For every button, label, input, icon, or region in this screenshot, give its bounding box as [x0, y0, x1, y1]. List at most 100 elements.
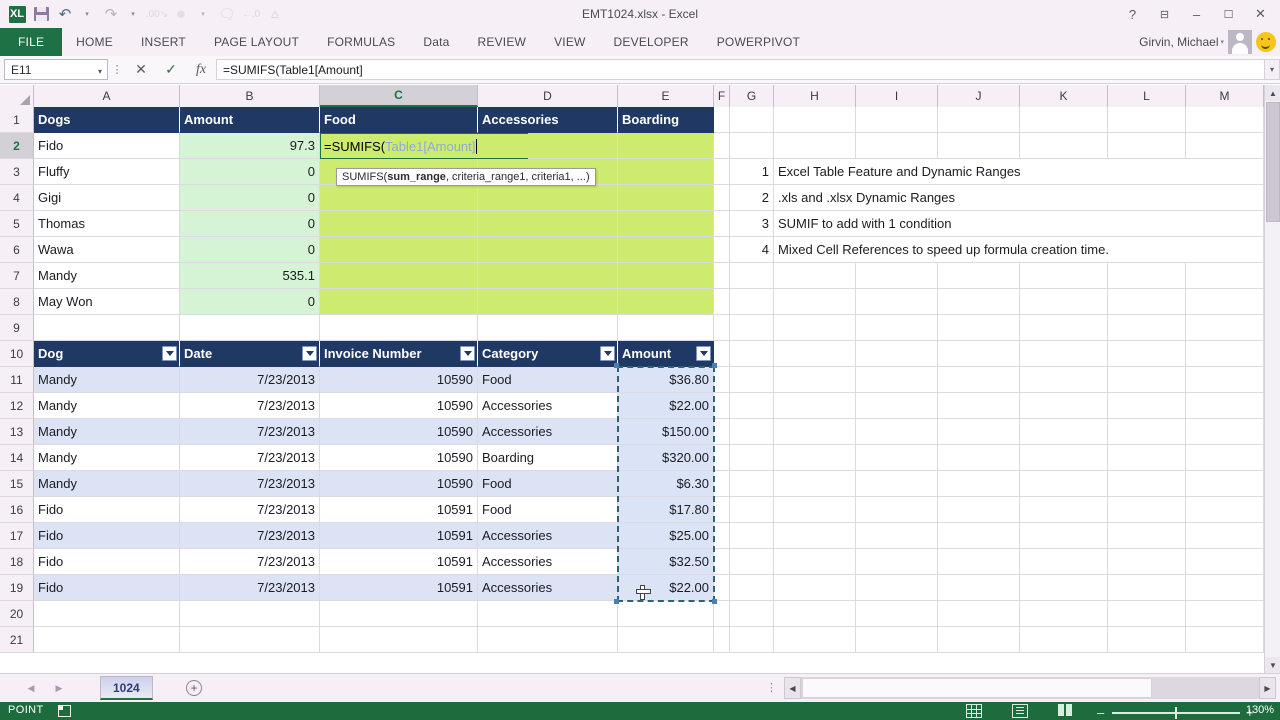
blank-cell[interactable]: [714, 211, 730, 237]
blank-cell[interactable]: [856, 107, 938, 133]
blank-cell[interactable]: [1108, 445, 1186, 471]
tab-developer[interactable]: DEVELOPER: [600, 28, 703, 56]
summary-cell-boarding[interactable]: [618, 211, 714, 237]
row-header-1[interactable]: 1: [0, 107, 34, 133]
blank-cell[interactable]: [1020, 133, 1108, 159]
table-cell-dog[interactable]: Fido: [34, 497, 180, 523]
blank-cell[interactable]: [1186, 341, 1264, 367]
blank-cell[interactable]: [1194, 159, 1264, 185]
row-header-13[interactable]: 13: [0, 419, 34, 445]
blank-cell[interactable]: [856, 419, 938, 445]
page-break-preview-icon[interactable]: [1058, 704, 1074, 718]
table-cell-amount[interactable]: $36.80: [618, 367, 714, 393]
table-cell-category[interactable]: Food: [478, 497, 618, 523]
blank-cell[interactable]: [856, 133, 938, 159]
blank-cell[interactable]: [1186, 601, 1264, 627]
summary-cell-boarding[interactable]: [618, 237, 714, 263]
blank-cell[interactable]: [938, 107, 1020, 133]
table-cell-amount[interactable]: $6.30: [618, 471, 714, 497]
blank-cell[interactable]: [938, 133, 1020, 159]
sheet-tab-1024[interactable]: 1024: [100, 676, 153, 700]
column-header-g[interactable]: G: [730, 85, 774, 107]
row-header-10[interactable]: 10: [0, 341, 34, 367]
blank-cell[interactable]: [938, 523, 1020, 549]
table-cell-invoice[interactable]: 10590: [320, 445, 478, 471]
blank-cell[interactable]: [730, 367, 774, 393]
blank-cell[interactable]: [714, 159, 730, 185]
horizontal-scroll-thumb[interactable]: [802, 678, 1152, 698]
filter-dropdown-date-icon[interactable]: [302, 346, 317, 361]
filter-dropdown-amount-icon[interactable]: [696, 346, 711, 361]
blank-cell[interactable]: [1108, 549, 1186, 575]
tab-data[interactable]: Data: [409, 28, 463, 56]
summary-cell-food[interactable]: [320, 263, 478, 289]
blank-cell[interactable]: [1020, 471, 1108, 497]
blank-cell[interactable]: [1108, 133, 1186, 159]
table-cell-dog[interactable]: Fido: [34, 549, 180, 575]
worksheet-grid[interactable]: A B C D E F G H I J K L M 1 2 3 4 5 6 7 …: [0, 85, 1280, 673]
summary-cell-amount[interactable]: 0: [180, 237, 320, 263]
blank-cell[interactable]: [320, 315, 478, 341]
table-cell-dog[interactable]: Mandy: [34, 471, 180, 497]
table-cell-date[interactable]: 7/23/2013: [180, 471, 320, 497]
blank-cell[interactable]: [1186, 289, 1264, 315]
blank-cell[interactable]: [34, 627, 180, 653]
blank-cell[interactable]: [730, 393, 774, 419]
blank-cell[interactable]: [714, 107, 730, 133]
blank-cell[interactable]: [856, 523, 938, 549]
scroll-up-icon[interactable]: ▲: [1265, 85, 1280, 101]
table-cell-amount[interactable]: $17.80: [618, 497, 714, 523]
table-cell-dog[interactable]: Mandy: [34, 393, 180, 419]
blank-cell[interactable]: [1186, 367, 1264, 393]
table-cell-invoice[interactable]: 10590: [320, 393, 478, 419]
blank-cell[interactable]: [856, 549, 938, 575]
row-header-20[interactable]: 20: [0, 601, 34, 627]
row-header-15[interactable]: 15: [0, 471, 34, 497]
blank-cell[interactable]: [714, 419, 730, 445]
blank-cell[interactable]: [34, 601, 180, 627]
table-cell-amount[interactable]: $320.00: [618, 445, 714, 471]
name-box-dropdown-icon[interactable]: ▾: [98, 67, 102, 76]
note-text[interactable]: Mixed Cell References to speed up formul…: [774, 237, 1244, 263]
row-header-12[interactable]: 12: [0, 393, 34, 419]
scroll-down-icon[interactable]: ▼: [1265, 657, 1280, 673]
blank-cell[interactable]: [774, 133, 856, 159]
blank-cell[interactable]: [730, 445, 774, 471]
table-cell-date[interactable]: 7/23/2013: [180, 393, 320, 419]
tab-file[interactable]: FILE: [0, 28, 63, 56]
blank-cell[interactable]: [1020, 627, 1108, 653]
column-header-f[interactable]: F: [714, 85, 730, 107]
blank-cell[interactable]: [730, 133, 774, 159]
blank-cell[interactable]: [730, 523, 774, 549]
blank-cell[interactable]: [856, 601, 938, 627]
blank-cell[interactable]: [180, 627, 320, 653]
help-icon[interactable]: ?: [1117, 1, 1148, 27]
summary-cell-boarding[interactable]: [618, 263, 714, 289]
blank-cell[interactable]: [1108, 315, 1186, 341]
blank-cell[interactable]: [714, 471, 730, 497]
blank-cell[interactable]: [714, 445, 730, 471]
blank-cell[interactable]: [730, 315, 774, 341]
table-cell-invoice[interactable]: 10591: [320, 497, 478, 523]
row-header-18[interactable]: 18: [0, 549, 34, 575]
table-header-invoice-number[interactable]: Invoice Number: [320, 341, 478, 367]
blank-cell[interactable]: [714, 549, 730, 575]
blank-cell[interactable]: [774, 497, 856, 523]
blank-cell[interactable]: [730, 263, 774, 289]
blank-cell[interactable]: [714, 497, 730, 523]
blank-cell[interactable]: [730, 497, 774, 523]
blank-cell[interactable]: [938, 263, 1020, 289]
row-header-4[interactable]: 4: [0, 185, 34, 211]
summary-cell-amount[interactable]: 0: [180, 159, 320, 185]
blank-cell[interactable]: [938, 289, 1020, 315]
blank-cell[interactable]: [1108, 341, 1186, 367]
expand-formula-bar-icon[interactable]: ▾: [1264, 59, 1280, 80]
row-header-8[interactable]: 8: [0, 289, 34, 315]
summary-cell-amount[interactable]: 0: [180, 211, 320, 237]
blank-cell[interactable]: [320, 601, 478, 627]
blank-cell[interactable]: [774, 315, 856, 341]
blank-cell[interactable]: [774, 367, 856, 393]
blank-cell[interactable]: [856, 497, 938, 523]
row-header-16[interactable]: 16: [0, 497, 34, 523]
select-all-corner[interactable]: [0, 85, 34, 107]
